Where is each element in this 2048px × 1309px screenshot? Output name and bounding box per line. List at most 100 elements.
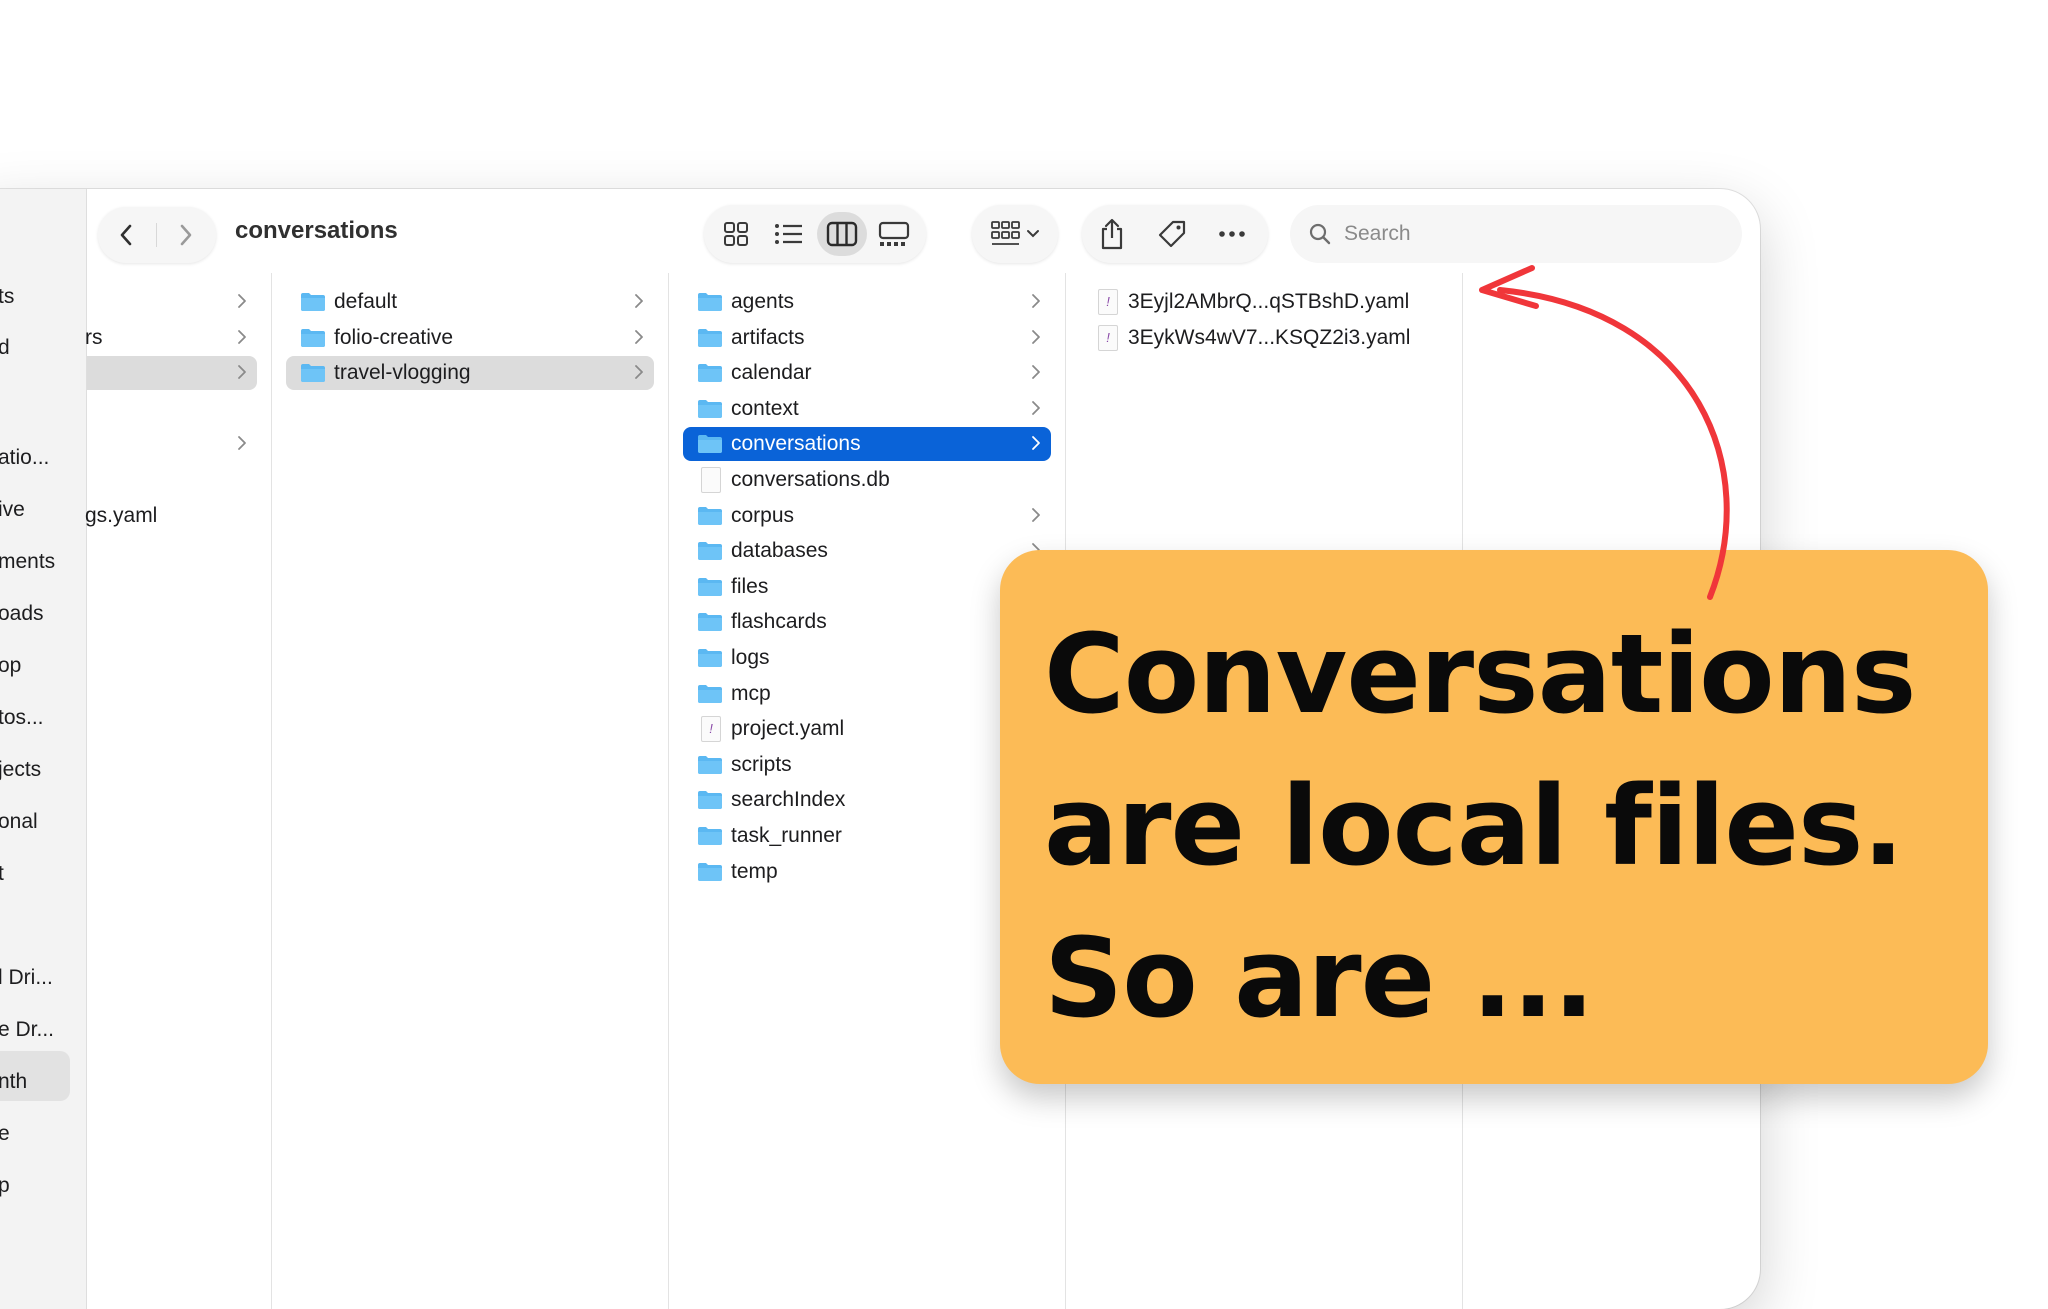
sidebar: ts d atio... ive ments oads op tos... jects onal t… <box>0 189 87 1309</box>
list-item[interactable]: corpus <box>669 499 1065 533</box>
chevron-right-icon <box>1032 365 1040 380</box>
sidebar-item[interactable]: nth <box>0 1070 27 1094</box>
item-label: logs <box>731 646 770 669</box>
item-label: task_runner <box>731 824 842 847</box>
sidebar-item[interactable]: e Dr... <box>0 1018 54 1042</box>
yaml-file-icon: ! <box>1098 324 1118 351</box>
chevron-right-icon <box>1032 400 1040 415</box>
chevron-right-icon <box>1032 507 1040 522</box>
list-item[interactable]: calendar <box>669 356 1065 390</box>
yaml-file-icon: ! <box>701 716 721 743</box>
chevron-right-icon <box>237 293 247 309</box>
sidebar-item[interactable]: oads <box>0 602 44 626</box>
tag-icon <box>1158 220 1186 248</box>
callout-line-2: are local files. <box>1044 762 1904 890</box>
group-by-button[interactable] <box>972 205 1058 263</box>
sidebar-item[interactable]: jects <box>0 758 41 782</box>
list-item[interactable]: artifacts <box>669 321 1065 355</box>
yaml-file-icon: ! <box>1098 289 1118 315</box>
share-icon <box>1101 218 1123 250</box>
folder-icon <box>698 684 722 703</box>
column-view-button[interactable] <box>817 212 867 256</box>
tag-button[interactable] <box>1150 212 1194 256</box>
item-label: folio-creative <box>334 325 454 349</box>
item-label: 3Eyjl2AMbrQ...qSTBshD.yaml <box>1128 290 1410 313</box>
list-item[interactable]: conversations.db <box>669 463 1065 497</box>
item-label: default <box>334 290 398 313</box>
item-label: searchIndex <box>731 788 846 812</box>
item-label: travel-vlogging <box>334 361 471 385</box>
item-label: agents <box>731 290 795 313</box>
chevron-right-icon <box>237 364 247 380</box>
sidebar-item[interactable]: atio... <box>0 446 49 470</box>
file-icon <box>701 467 721 493</box>
nav-divider <box>156 223 157 247</box>
sidebar-item[interactable]: ts <box>0 285 14 309</box>
list-item[interactable]: conversations <box>669 427 1065 462</box>
gallery-view-button[interactable] <box>872 212 916 256</box>
list-icon <box>775 224 802 244</box>
list-view-button[interactable] <box>767 212 811 256</box>
folder-icon <box>698 293 722 311</box>
chevron-down-icon <box>1027 230 1039 238</box>
item-label: project.yaml <box>731 717 845 741</box>
sidebar-item[interactable]: p <box>0 1174 10 1198</box>
sidebar-item[interactable]: onal <box>0 810 38 834</box>
folder-icon <box>698 791 722 810</box>
column-2: default folio-creative travel-vlogging <box>272 273 669 1309</box>
item-label: context <box>731 396 799 420</box>
chevron-right-icon <box>180 224 192 246</box>
forward-button[interactable] <box>158 207 214 263</box>
sidebar-item[interactable]: e <box>0 1122 10 1146</box>
list-item[interactable]: databases <box>669 534 1065 568</box>
search-input[interactable] <box>1342 221 1706 247</box>
gallery-icon <box>878 221 910 246</box>
folder-icon <box>301 293 325 311</box>
item-label: corpus <box>731 503 795 527</box>
sidebar-item[interactable]: ive <box>0 498 25 522</box>
callout-line-1: Conversations <box>1044 610 1917 738</box>
folder-icon <box>698 328 722 347</box>
chevron-right-icon <box>635 329 643 344</box>
list-item[interactable]: default <box>272 285 668 319</box>
item-label: rs <box>85 325 103 349</box>
more-button[interactable] <box>1210 212 1254 256</box>
sidebar-item[interactable]: tos... <box>0 706 44 730</box>
chevron-right-icon <box>1032 436 1040 451</box>
list-item[interactable]: travel-vlogging <box>272 356 668 391</box>
folder-icon <box>698 862 722 881</box>
list-item[interactable]: folio-creative <box>272 321 668 355</box>
folder-icon <box>698 435 722 454</box>
icon-view-button[interactable] <box>714 212 758 256</box>
sidebar-item[interactable]: t <box>0 862 4 886</box>
folder-icon <box>698 755 722 774</box>
search-field[interactable] <box>1290 205 1742 263</box>
item-label: conversations <box>731 432 861 456</box>
chevron-left-icon <box>120 224 132 246</box>
chevron-right-icon <box>1032 294 1040 308</box>
column-1: rs gs.yaml <box>85 273 272 1309</box>
selected-row-highlight[interactable] <box>87 356 257 391</box>
folder-icon <box>698 577 722 596</box>
callout-line-3: So are ... <box>1044 914 1595 1042</box>
folder-icon <box>698 506 722 525</box>
item-label: databases <box>731 539 828 563</box>
sidebar-item[interactable]: d <box>0 336 10 360</box>
folder-icon <box>301 328 325 347</box>
callout-box: Conversations are local files. So are ..… <box>1000 550 1988 1084</box>
list-item[interactable]: ! 3EykWs4wV7...KSQZ2i3.yaml <box>1066 321 1462 355</box>
list-item[interactable]: ! 3Eyjl2AMbrQ...qSTBshD.yaml <box>1066 285 1462 319</box>
chevron-right-icon <box>237 329 247 345</box>
back-button[interactable] <box>98 207 154 263</box>
list-item[interactable]: agents <box>669 285 1065 319</box>
group-grid-icon <box>991 221 1020 245</box>
list-item[interactable]: context <box>669 392 1065 426</box>
sidebar-item[interactable]: op <box>0 654 21 678</box>
folder-icon <box>301 364 325 383</box>
sidebar-item[interactable]: ments <box>0 550 55 574</box>
share-button[interactable] <box>1090 212 1134 256</box>
item-label: mcp <box>731 681 771 705</box>
sidebar-item[interactable]: l Dri... <box>0 966 53 990</box>
item-label: conversations.db <box>731 468 890 491</box>
item-label: flashcards <box>731 610 827 634</box>
